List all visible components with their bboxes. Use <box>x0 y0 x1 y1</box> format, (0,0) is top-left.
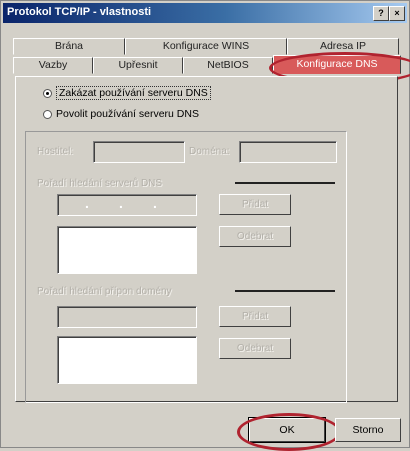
tab-upresnit[interactable]: Upřesnit <box>93 57 183 74</box>
radio-disable-dns[interactable]: Zakázat používání serveru DNS <box>43 86 211 100</box>
dns-server-list[interactable] <box>57 226 197 274</box>
remove-server-button[interactable]: Odebrat <box>219 226 291 247</box>
host-label: Hostitel: <box>37 146 74 157</box>
radio-dot <box>43 109 52 119</box>
radio-enable-dns-label: Povolit používání serveru DNS <box>56 108 199 120</box>
window-title: Protokol TCP/IP - vlastnosti <box>7 6 152 18</box>
radio-enable-dns[interactable]: Povolit používání serveru DNS <box>43 108 199 120</box>
domain-suffix-list[interactable] <box>57 336 197 384</box>
title-bar[interactable]: Protokol TCP/IP - vlastnosti ? × <box>3 3 407 23</box>
add-suffix-button[interactable]: Přidat <box>219 306 291 327</box>
ip-separator: . <box>119 195 123 211</box>
tab-adresa-ip[interactable]: Adresa IP <box>287 38 399 55</box>
cancel-button[interactable]: Storno <box>335 418 401 442</box>
tab-netbios[interactable]: NetBIOS <box>183 57 273 74</box>
host-input[interactable] <box>93 141 185 163</box>
domain-label: Doména: <box>189 146 230 157</box>
tab-vazby[interactable]: Vazby <box>13 57 93 74</box>
tab-brana[interactable]: Brána <box>13 38 125 55</box>
suffix-order-divider <box>235 290 335 292</box>
dns-server-ip-input[interactable] <box>57 194 197 216</box>
server-order-divider <box>235 182 335 184</box>
dialog-window: Protokol TCP/IP - vlastnosti ? × Brána K… <box>0 0 410 451</box>
ip-separator: . <box>85 195 89 211</box>
close-button[interactable]: × <box>389 6 405 21</box>
server-order-label: Pořadí hledání serverů DNS <box>37 178 163 189</box>
ok-button[interactable]: OK <box>248 417 326 443</box>
suffix-order-label: Pořadí hledání přípon domény <box>37 286 172 297</box>
domain-suffix-input[interactable] <box>57 306 197 328</box>
radio-dot-selected <box>43 88 52 98</box>
tab-konfigurace-dns[interactable]: Konfigurace DNS <box>273 55 401 74</box>
remove-suffix-button[interactable]: Odebrat <box>219 338 291 359</box>
ip-separator: . <box>153 195 157 211</box>
help-button[interactable]: ? <box>373 6 389 21</box>
domain-input[interactable] <box>239 141 337 163</box>
tab-konfigurace-wins[interactable]: Konfigurace WINS <box>125 38 287 55</box>
radio-disable-dns-label: Zakázat používání serveru DNS <box>56 86 211 100</box>
add-server-button[interactable]: Přidat <box>219 194 291 215</box>
